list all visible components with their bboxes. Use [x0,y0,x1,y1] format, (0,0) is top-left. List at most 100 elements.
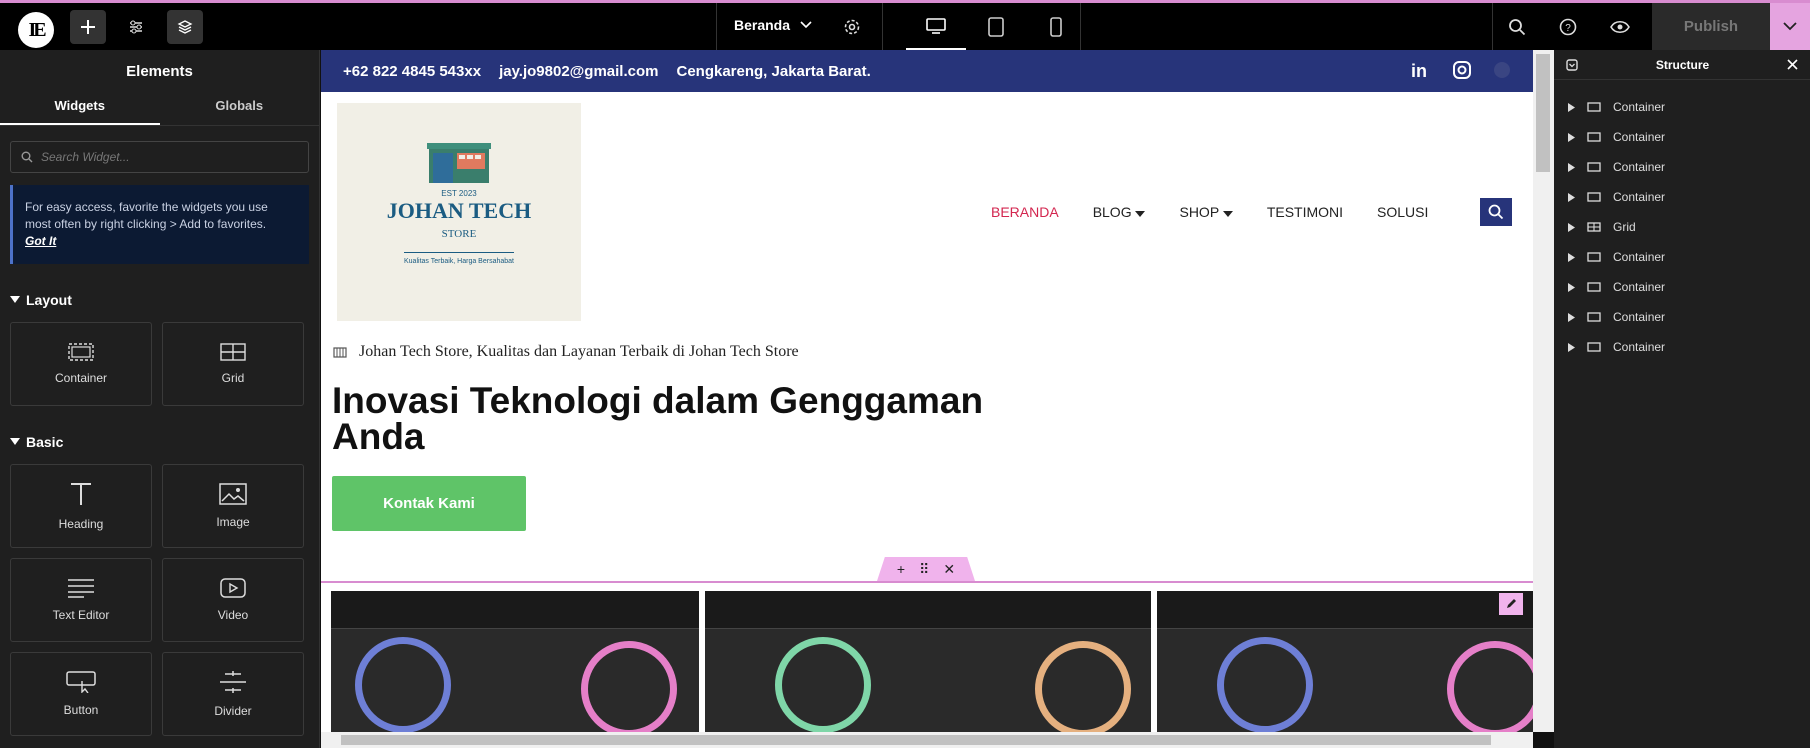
page-name: Beranda [734,17,791,33]
gallery-image[interactable] [331,591,699,732]
elements-panel: Elements Widgets Globals Search Widget..… [0,50,320,748]
item-label: Container [1613,280,1666,294]
search-button[interactable] [1499,10,1535,44]
nav-item-solusi[interactable]: SOLUSI [1377,204,1428,220]
chevron-down-icon [800,21,812,29]
horizontal-scrollbar[interactable] [321,732,1533,748]
gallery-image[interactable] [705,591,1151,732]
help-icon: ? [1559,18,1577,36]
nav-item-beranda[interactable]: BERANDA [991,204,1059,220]
structure-item[interactable]: Container [1554,122,1810,152]
caret-down-icon [1135,211,1146,217]
structure-item[interactable]: Grid [1554,212,1810,242]
editor-canvas[interactable]: +62 822 4845 543xx jay.jo9802@gmail.com … [321,50,1533,732]
item-label: Grid [1613,220,1636,234]
add-element-button[interactable] [70,10,106,44]
layers-icon [177,20,193,34]
tablet-view-button[interactable] [966,3,1026,50]
top-toolbar: IE Beranda ? Publish [0,0,1810,50]
favorites-tip: For easy access, favorite the widgets yo… [10,185,309,264]
page-selector[interactable]: Beranda [734,17,812,33]
widget-button[interactable]: Button [10,652,152,736]
text-editor-icon [68,579,94,598]
logo-name: JOHAN TECH [386,198,532,223]
vertical-scrollbar[interactable] [1533,50,1554,732]
caret-right-icon [1568,162,1575,172]
caret-right-icon [1568,222,1575,232]
category-label: Basic [26,434,64,450]
nav-item-blog[interactable]: BLOG [1093,204,1146,220]
desktop-view-button[interactable] [906,3,966,50]
structure-item[interactable]: Container [1554,92,1810,122]
tip-got-it-link[interactable]: Got It [25,233,297,250]
category-layout[interactable]: Layout [10,292,309,308]
tab-globals[interactable]: Globals [160,98,320,125]
drag-handle-icon[interactable]: ⠿ [919,561,929,578]
structure-item[interactable]: Container [1554,242,1810,272]
nav-search-button[interactable] [1480,198,1512,226]
item-label: Container [1613,190,1666,204]
close-icon[interactable]: ✕ [943,561,955,578]
tab-widgets[interactable]: Widgets [0,98,160,125]
preview-button[interactable] [1602,10,1638,44]
caret-right-icon [1568,342,1575,352]
container-icon [1587,252,1601,262]
plus-icon [81,20,95,34]
structure-item[interactable]: Container [1554,302,1810,332]
container-icon [1587,342,1601,352]
heading-icon [71,483,91,505]
structure-item[interactable]: Container [1554,332,1810,362]
hero-heading[interactable]: Inovasi Teknologi dalam Genggaman Anda [332,382,1012,455]
publish-button[interactable]: Publish [1652,3,1770,50]
caret-right-icon [1568,132,1575,142]
site-settings-button[interactable] [118,10,154,44]
linkedin-icon[interactable]: in [1411,61,1431,79]
contact-cta-button[interactable]: Kontak Kami [332,476,526,531]
caret-right-icon [1568,282,1575,292]
page-settings-button[interactable] [834,10,870,44]
section-handle[interactable]: + ⠿ ✕ [877,557,975,581]
email-text: jay.jo9802@gmail.com [499,62,659,80]
widget-label: Image [216,515,250,529]
publish-options-button[interactable] [1770,3,1810,50]
widget-video[interactable]: Video [162,558,304,642]
elementor-logo-button[interactable]: IE [18,12,54,48]
store-icon [333,347,347,358]
widget-grid[interactable]: Grid [162,322,304,406]
close-icon[interactable] [1787,59,1798,70]
help-button[interactable]: ? [1550,10,1586,44]
store-logo-image[interactable]: EST 2023 JOHAN TECH STORE Kualitas Terba… [337,103,581,321]
contact-bar: +62 822 4845 543xx jay.jo9802@gmail.com … [321,50,1533,92]
gallery-image[interactable] [1157,591,1533,732]
structure-item[interactable]: Container [1554,182,1810,212]
widget-container[interactable]: Container [10,322,152,406]
caret-right-icon [1568,312,1575,322]
widget-divider[interactable]: Divider [162,652,304,736]
widget-search-input[interactable]: Search Widget... [10,141,309,173]
address-text: Cengkareng, Jakarta Barat. [676,62,871,80]
tagline[interactable]: Johan Tech Store, Kualitas dan Layanan T… [333,343,799,361]
mobile-view-button[interactable] [1026,3,1086,50]
instagram-icon[interactable] [1453,61,1471,79]
container-icon [1587,132,1601,142]
nav-item-testimoni[interactable]: TESTIMONI [1267,204,1343,220]
widget-heading[interactable]: Heading [10,464,152,548]
nav-item-shop[interactable]: SHOP [1179,204,1233,220]
structure-item[interactable]: Container [1554,272,1810,302]
item-label: Container [1613,160,1666,174]
structure-toggle-button[interactable] [167,10,203,44]
category-basic[interactable]: Basic [10,434,309,450]
widget-label: Button [63,703,99,717]
add-section-icon[interactable]: + [897,561,905,577]
sliders-icon [130,20,142,34]
github-icon[interactable] [1493,61,1511,79]
search-icon [1509,19,1526,36]
widget-label: Video [217,608,249,622]
widget-label: Text Editor [52,608,110,622]
widget-label: Divider [214,704,252,718]
widget-text-editor[interactable]: Text Editor [10,558,152,642]
edit-widget-button[interactable] [1499,593,1523,615]
structure-item[interactable]: Container [1554,152,1810,182]
product-gallery[interactable] [321,581,1533,732]
widget-image[interactable]: Image [162,464,304,548]
